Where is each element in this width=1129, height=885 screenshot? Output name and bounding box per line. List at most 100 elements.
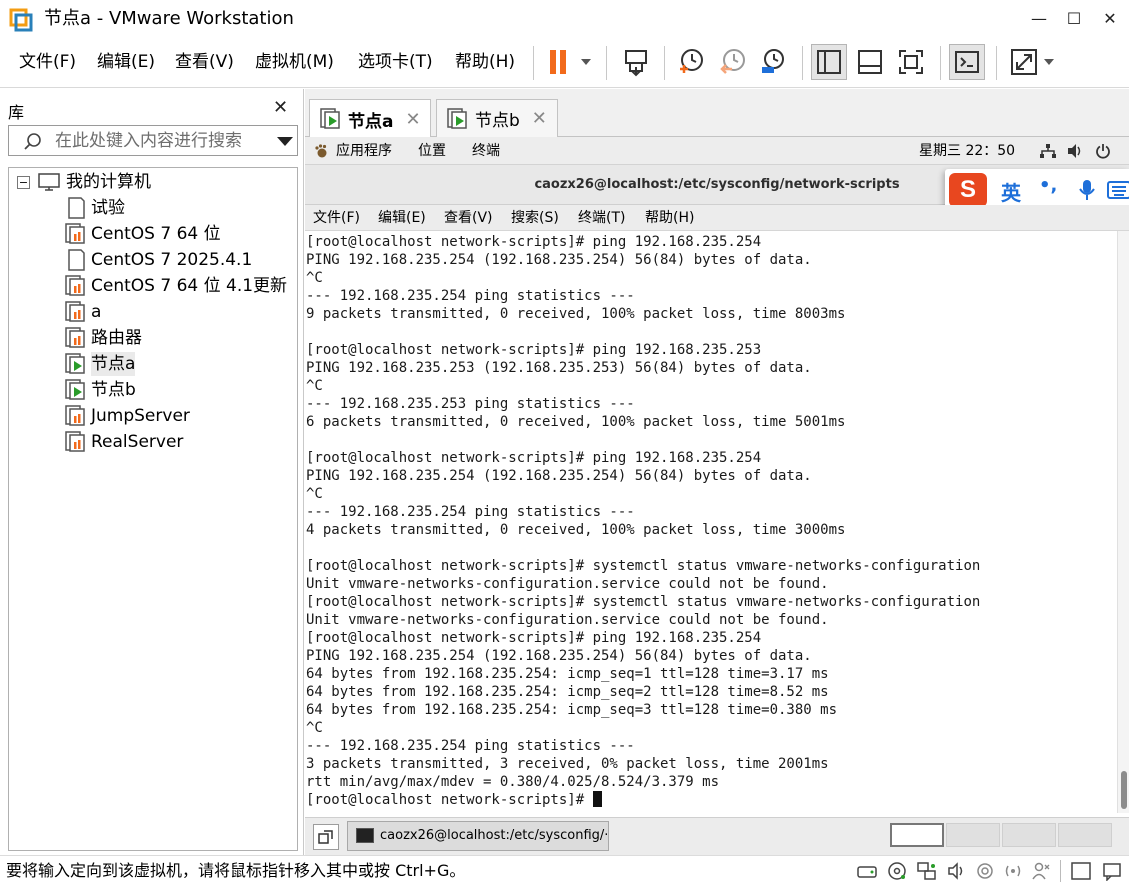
- user-device-icon[interactable]: [1030, 861, 1052, 881]
- terminal-menu-bar: 文件(F) 编辑(E) 查看(V) 搜索(S) 终端(T) 帮助(H): [305, 205, 1129, 231]
- stretch-guest-button[interactable]: [1005, 44, 1061, 80]
- terminal-line: ^C: [306, 270, 323, 286]
- close-button[interactable]: ✕: [1093, 6, 1127, 32]
- tree-item-vm[interactable]: CentOS 7 64 位 4.1更新: [65, 274, 287, 298]
- cd-dvd-icon[interactable]: [886, 861, 908, 881]
- library-search-input[interactable]: [55, 129, 265, 153]
- toolbar-separator: [996, 46, 997, 80]
- taskbar-terminal-window[interactable]: caozx26@localhost:/etc/sysconfig/···: [347, 821, 609, 851]
- terminal-menu-view[interactable]: 查看(V): [444, 209, 493, 227]
- terminal-cursor: [592, 791, 602, 807]
- status-separator: [1060, 860, 1061, 882]
- tree-item-vm[interactable]: RealServer: [65, 430, 183, 454]
- terminal-menu[interactable]: 终端: [472, 142, 500, 160]
- library-search-box[interactable]: [8, 125, 298, 156]
- minimize-button[interactable]: —: [1022, 6, 1056, 32]
- search-dropdown-arrow-icon[interactable]: [277, 137, 293, 146]
- title-bar: 节点a - VMware Workstation — ☐ ✕: [0, 0, 1129, 38]
- workspace-3[interactable]: [1002, 823, 1056, 847]
- tree-item-vm[interactable]: 路由器: [65, 326, 142, 350]
- workspace-2[interactable]: [946, 823, 1000, 847]
- applications-menu[interactable]: 应用程序: [336, 142, 392, 160]
- library-view-button[interactable]: [811, 44, 847, 80]
- pause-button[interactable]: [541, 44, 597, 80]
- toolbar-separator: [606, 46, 607, 80]
- show-desktop-button[interactable]: [313, 824, 339, 850]
- terminal-menu-edit[interactable]: 编辑(E): [378, 209, 426, 227]
- tab-label: 节点a: [348, 111, 394, 132]
- terminal-line: 9 packets transmitted, 0 received, 100% …: [306, 306, 846, 322]
- network-icon[interactable]: [1039, 143, 1057, 159]
- fullscreen-button[interactable]: [893, 44, 929, 80]
- terminal-line: PING 192.168.235.254 (192.168.235.254) 5…: [306, 468, 812, 484]
- send-ctrl-alt-del-button[interactable]: [618, 44, 654, 80]
- show-desktop-icon: [318, 830, 333, 844]
- network-adapter-icon[interactable]: [916, 861, 938, 881]
- terminal-menu-file[interactable]: 文件(F): [313, 209, 360, 227]
- tree-root-my-computer[interactable]: − 我的计算机: [17, 170, 151, 194]
- tree-item-label: CentOS 7 2025.4.1: [91, 250, 253, 270]
- toolbar-separator: [802, 46, 803, 80]
- sound-card-icon[interactable]: [946, 861, 968, 881]
- terminal-icon: [356, 828, 374, 843]
- terminal-line: Unit vmware-networks-configuration.servi…: [306, 576, 829, 592]
- terminal-line: [root@localhost network-scripts]# system…: [306, 594, 981, 610]
- terminal-output[interactable]: [root@localhost network-scripts]# ping 1…: [305, 231, 1117, 813]
- terminal-line: 64 bytes from 192.168.235.254: icmp_seq=…: [306, 702, 838, 718]
- terminal-prompt-line[interactable]: [root@localhost network-scripts]#: [306, 791, 980, 809]
- status-bar: 要将输入定向到该虚拟机，请将鼠标指针移入其中或按 Ctrl+G。: [0, 855, 1129, 885]
- power-icon[interactable]: [1095, 143, 1111, 159]
- tab-close-icon[interactable]: ✕: [405, 109, 420, 130]
- tab-node-b[interactable]: 节点b ✕: [436, 99, 558, 137]
- places-menu[interactable]: 位置: [418, 142, 446, 160]
- microphone-icon[interactable]: [1079, 179, 1095, 201]
- workspace-4[interactable]: [1058, 823, 1112, 847]
- ime-punctuation-toggle[interactable]: •,: [1039, 175, 1057, 196]
- vm-powered-off-icon: [65, 301, 85, 322]
- snapshot-revert-button[interactable]: [715, 44, 751, 80]
- maximize-button[interactable]: ☐: [1057, 6, 1091, 32]
- snapshot-take-button[interactable]: [673, 44, 709, 80]
- menu-edit[interactable]: 编辑(E): [97, 50, 155, 74]
- library-close-button[interactable]: ✕: [273, 97, 288, 118]
- snapshot-manager-button[interactable]: [755, 44, 791, 80]
- tree-item-vm[interactable]: CentOS 7 64 位: [65, 222, 221, 246]
- tree-item-vm[interactable]: 试验: [65, 196, 125, 220]
- thumbnail-view-icon: [858, 50, 882, 74]
- vm-monitor-icon[interactable]: [1070, 861, 1092, 881]
- tree-item-vm[interactable]: JumpServer: [65, 404, 190, 428]
- terminal-scrollbar[interactable]: [1117, 231, 1129, 813]
- terminal-menu-help[interactable]: 帮助(H): [645, 209, 694, 227]
- menu-file[interactable]: 文件(F): [19, 50, 76, 74]
- hard-disk-icon[interactable]: [856, 861, 878, 881]
- tab-node-a[interactable]: 节点a ✕: [309, 99, 431, 138]
- terminal-line: --- 192.168.235.254 ping statistics ---: [306, 288, 635, 304]
- send-ctrl-alt-del-icon: [625, 50, 647, 77]
- menu-help[interactable]: 帮助(H): [455, 50, 515, 74]
- terminal-menu-search[interactable]: 搜索(S): [511, 209, 559, 227]
- menu-tabs[interactable]: 选项卡(T): [358, 50, 433, 74]
- tree-item-vm[interactable]: CentOS 7 2025.4.1: [65, 248, 252, 272]
- thumbnail-view-button[interactable]: [852, 44, 888, 80]
- guest-taskbar: caozx26@localhost:/etc/sysconfig/···: [305, 817, 1129, 855]
- tab-close-icon[interactable]: ✕: [532, 108, 547, 129]
- tree-item-vm[interactable]: 节点a: [65, 352, 136, 376]
- wireless-icon[interactable]: [1002, 861, 1024, 881]
- guest-display[interactable]: 应用程序 位置 终端 星期三 22：50 caozx26@localhost:/…: [305, 137, 1129, 817]
- workspace-1[interactable]: [890, 823, 944, 847]
- volume-icon[interactable]: [1066, 143, 1084, 159]
- keyboard-icon[interactable]: [1107, 181, 1129, 199]
- usb-device-icon[interactable]: [974, 861, 996, 881]
- scrollbar-thumb[interactable]: [1121, 771, 1127, 809]
- tree-item-vm[interactable]: a: [65, 300, 101, 324]
- collapse-toggle-icon[interactable]: −: [17, 175, 30, 189]
- terminal-menu-terminal[interactable]: 终端(T): [578, 209, 625, 227]
- clock[interactable]: 星期三 22：50: [919, 142, 1015, 160]
- ime-mode-toggle[interactable]: 英: [1001, 177, 1021, 206]
- console-view-button[interactable]: [949, 44, 985, 80]
- tree-item-label: 路由器: [91, 328, 142, 348]
- message-log-icon[interactable]: [1101, 861, 1123, 881]
- tree-item-vm[interactable]: 节点b: [65, 378, 136, 402]
- menu-view[interactable]: 查看(V): [175, 50, 234, 74]
- menu-vm[interactable]: 虚拟机(M): [255, 50, 334, 74]
